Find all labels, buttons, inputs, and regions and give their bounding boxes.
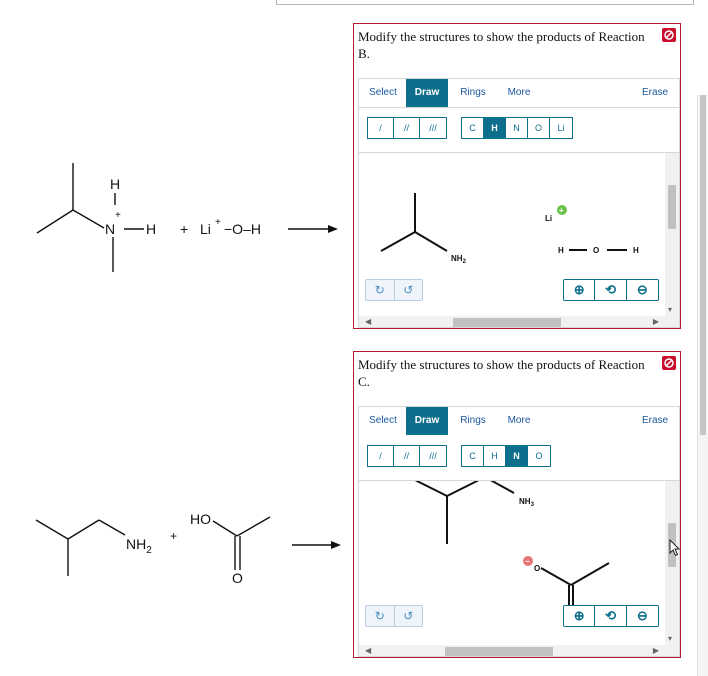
zoom-out-icon[interactable]: ⊖ [627, 606, 658, 626]
panel-c-hscroll[interactable]: ◀ ▶ [359, 645, 679, 656]
reset-view-icon[interactable]: ⟲ [595, 280, 627, 300]
element-li-button[interactable]: Li [550, 118, 572, 138]
element-h-button[interactable]: H [484, 446, 506, 466]
tab-rings[interactable]: Rings [451, 79, 495, 107]
close-icon[interactable] [662, 356, 676, 370]
tab-erase[interactable]: Erase [635, 79, 675, 107]
panel-b-toolbar: / // /// C H N O Li [359, 107, 679, 153]
panel-b-hscroll[interactable]: ◀ ▶ [359, 316, 679, 327]
panel-b-vscroll[interactable]: ▾ [665, 153, 679, 316]
element-h-button[interactable]: H [484, 118, 506, 138]
tab-draw[interactable]: Draw [406, 79, 448, 107]
zoom-controls: ⊕ ⟲ ⊖ [563, 605, 659, 627]
c-canvas-nh3: NH3 [519, 497, 535, 508]
tab-rings[interactable]: Rings [451, 407, 495, 435]
element-o-button[interactable]: O [528, 118, 550, 138]
zoom-in-icon[interactable]: ⊕ [564, 606, 596, 626]
tab-erase[interactable]: Erase [635, 407, 675, 435]
triple-bond-button[interactable]: /// [420, 118, 446, 138]
b-canvas-li: Li [545, 214, 552, 223]
element-c-button[interactable]: C [462, 118, 484, 138]
panel-b-canvas[interactable]: NH2 Li + H O H ↻ ↺ ⊕ ⟲ ⊖ [359, 153, 679, 316]
rxn-c-ho: HO [190, 511, 211, 527]
panel-reaction-b: Modify the structures to show the produc… [353, 23, 681, 329]
rxn-c-o: O [232, 570, 243, 586]
triple-bond-button[interactable]: /// [420, 446, 446, 466]
svg-text:+: + [559, 206, 564, 215]
b-canvas-h-left: H [558, 246, 564, 255]
tab-more[interactable]: More [497, 407, 541, 435]
panel-b-hscroll-thumb[interactable] [453, 318, 561, 327]
redo-icon[interactable]: ↺ [395, 280, 423, 300]
zoom-controls: ⊕ ⟲ ⊖ [563, 279, 659, 301]
rxn-b-li-charge: + [215, 217, 221, 228]
panel-c-toolbar: / // /// C H N O [359, 435, 679, 481]
panel-b-prompt: Modify the structures to show the produc… [358, 29, 645, 61]
undo-icon[interactable]: ↻ [366, 280, 395, 300]
panel-c-hscroll-thumb[interactable] [445, 647, 553, 656]
tab-select[interactable]: Select [363, 79, 403, 107]
double-bond-button[interactable]: // [394, 446, 420, 466]
element-c-button[interactable]: C [462, 446, 484, 466]
element-n-button[interactable]: N [506, 446, 528, 466]
panel-b-vscroll-thumb[interactable] [668, 185, 676, 229]
rxn-b-h-right: H [146, 221, 156, 237]
panel-c-tabs: Select Draw Rings More Erase [359, 407, 679, 436]
panel-b-tabs: Select Draw Rings More Erase [359, 79, 679, 108]
redo-icon[interactable]: ↺ [395, 606, 423, 626]
panel-c-editor: NH3 − O ↻ ↺ ⊕ ⟲ ⊖ Select Draw Rings More… [358, 406, 680, 657]
rxn-c-nh2: NH2 [126, 536, 152, 556]
element-n-button[interactable]: N [506, 118, 528, 138]
mouse-cursor-icon [669, 539, 681, 557]
single-bond-button[interactable]: / [368, 118, 394, 138]
single-bond-button[interactable]: / [368, 446, 394, 466]
reaction-b-scheme: H + N H + Li + −O–H [36, 163, 338, 272]
rxn-b-h-top: H [110, 176, 120, 192]
svg-text:−: − [525, 557, 530, 566]
reset-view-icon[interactable]: ⟲ [595, 606, 627, 626]
undo-redo-group: ↻ ↺ [365, 605, 423, 627]
panel-c-prompt: Modify the structures to show the produc… [358, 357, 645, 389]
rxn-b-hydroxide: −O–H [224, 221, 261, 237]
bond-tools: / // /// [367, 117, 447, 139]
panel-b-editor: Select Draw Rings More Erase / // /// C … [358, 78, 680, 328]
zoom-out-icon[interactable]: ⊖ [627, 280, 658, 300]
tab-select[interactable]: Select [363, 407, 403, 435]
panel-c-vscroll[interactable]: ▾ [665, 481, 679, 645]
rxn-b-arrow [288, 225, 338, 233]
element-tools: C H N O Li [461, 117, 573, 139]
double-bond-button[interactable]: // [394, 118, 420, 138]
b-canvas-h-right: H [633, 246, 639, 255]
rxn-b-n-atom: N [105, 221, 115, 237]
panel-reaction-c: Modify the structures to show the produc… [353, 351, 681, 658]
tab-more[interactable]: More [497, 79, 541, 107]
page-scrollbar-thumb[interactable] [700, 95, 706, 435]
rxn-b-plus: + [180, 221, 188, 237]
rxn-b-n-charge: + [115, 210, 121, 221]
b-canvas-nh2: NH2 [451, 254, 467, 265]
b-canvas-o: O [593, 246, 599, 255]
reaction-c-scheme: NH2 + HO O [35, 511, 341, 586]
c-canvas-o: O [534, 564, 540, 573]
undo-icon[interactable]: ↻ [366, 606, 395, 626]
rxn-c-arrow [292, 541, 341, 549]
tab-draw[interactable]: Draw [406, 407, 448, 435]
undo-redo-group: ↻ ↺ [365, 279, 423, 301]
element-o-button[interactable]: O [528, 446, 550, 466]
rxn-c-plus: + [170, 529, 177, 543]
close-icon[interactable] [662, 28, 676, 42]
zoom-in-icon[interactable]: ⊕ [564, 280, 596, 300]
element-tools: C H N O [461, 445, 551, 467]
rxn-b-li: Li [200, 221, 211, 237]
bond-tools: / // /// [367, 445, 447, 467]
